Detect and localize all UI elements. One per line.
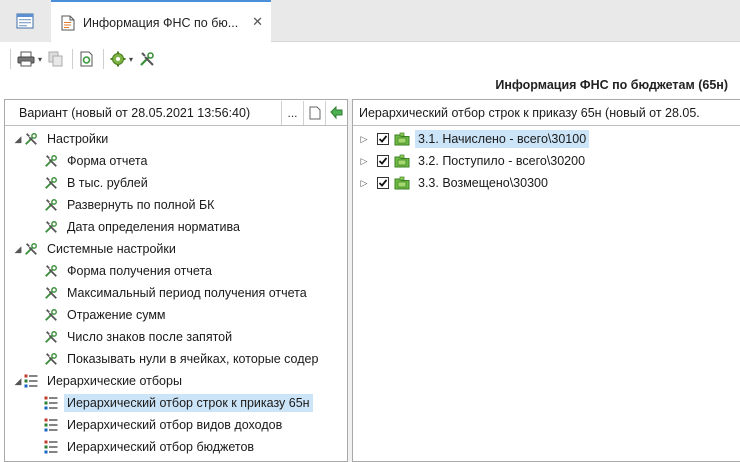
- tree-item-label: Иерархический отбор видов доходов: [67, 418, 283, 432]
- hierarchy-icon: [43, 417, 59, 433]
- tree-item[interactable]: Максимальный период получения отчета: [43, 282, 310, 304]
- hierarchy-header: Иерархический отбор строк к приказу 65н …: [353, 100, 740, 126]
- expand-arrow-icon[interactable]: ▷: [359, 134, 369, 145]
- print-button[interactable]: ▾: [17, 47, 42, 71]
- hierarchy-row[interactable]: ▷ 3.1. Начислено - всего\30100: [359, 128, 590, 150]
- refresh-button[interactable]: [79, 47, 95, 71]
- green-folder-icon: [394, 131, 410, 147]
- tree-item[interactable]: Иерархический отбор бюджетов: [43, 436, 257, 458]
- tools-icon: [43, 263, 59, 279]
- tree-group-label: Настройки: [47, 132, 109, 146]
- tree-item-label: Дата определения норматива: [67, 220, 240, 234]
- tools-icon: [43, 307, 59, 323]
- row-checkbox[interactable]: [377, 133, 389, 145]
- tools-icon: [43, 153, 59, 169]
- tree-item[interactable]: В тыс. рублей: [43, 172, 151, 194]
- row-checkbox[interactable]: [377, 177, 389, 189]
- new-variant-button[interactable]: [303, 100, 325, 125]
- collapse-arrow-icon[interactable]: ◢: [13, 244, 23, 255]
- tools-icon: [23, 131, 39, 147]
- back-arrow-icon: [329, 105, 342, 119]
- tree-item[interactable]: Развернуть по полной БК: [43, 194, 217, 216]
- copy-icon: [48, 51, 63, 67]
- tree-item[interactable]: Форма получения отчета: [43, 260, 215, 282]
- close-tab-icon[interactable]: ✕: [252, 14, 263, 30]
- collapse-arrow-icon[interactable]: ◢: [13, 376, 23, 387]
- hierarchy-icon: [23, 373, 39, 389]
- tree-item-label: Показывать нули в ячейках, которые содер: [67, 352, 319, 366]
- hierarchy-row-label: 3.2. Поступило - всего\30200: [418, 154, 586, 168]
- refresh-document-icon: [80, 51, 93, 67]
- home-tab[interactable]: [0, 0, 50, 42]
- hierarchy-icon: [43, 395, 59, 411]
- tree-group[interactable]: ◢ Иерархические отборы: [13, 370, 185, 392]
- hierarchy-row[interactable]: ▷ 3.2. Поступило - всего\30200: [359, 150, 588, 172]
- tools-icon: [43, 175, 59, 191]
- tree-item-label: Отражение сумм: [67, 308, 166, 322]
- tree-item[interactable]: Число знаков после запятой: [43, 326, 235, 348]
- tools-icon: [43, 285, 59, 301]
- copy-button[interactable]: [48, 47, 64, 71]
- tree-item-label: Иерархический отбор бюджетов: [67, 440, 255, 454]
- tree-item[interactable]: Дата определения норматива: [43, 216, 243, 238]
- hierarchy-icon: [43, 439, 59, 455]
- tree-group-label: Системные настройки: [47, 242, 176, 256]
- tab-report[interactable]: Информация ФНС по бю... ✕: [51, 0, 271, 43]
- gear-icon: [110, 51, 126, 67]
- green-folder-icon: [394, 175, 410, 191]
- tree-item-label: Форма получения отчета: [67, 264, 212, 278]
- hierarchy-row-label: 3.1. Начислено - всего\30100: [415, 130, 590, 148]
- collapse-arrow-icon[interactable]: ◢: [13, 134, 23, 145]
- tree-item-label: Иерархический отбор строк к приказу 65н: [64, 394, 313, 412]
- green-folder-icon: [394, 153, 410, 169]
- blank-document-icon: [309, 106, 320, 119]
- chevron-down-icon[interactable]: ▾: [38, 55, 42, 64]
- tree-item[interactable]: Иерархический отбор видов доходов: [43, 414, 285, 436]
- chevron-down-icon[interactable]: ▾: [129, 55, 133, 64]
- tools-icon: [23, 241, 39, 257]
- tab-title: Информация ФНС по бю...: [83, 15, 239, 30]
- tree-item[interactable]: Форма отчета: [43, 150, 150, 172]
- expand-arrow-icon[interactable]: ▷: [359, 178, 369, 189]
- tree-item[interactable]: Отражение сумм: [43, 304, 169, 326]
- tools-icon: [43, 329, 59, 345]
- settings-button[interactable]: ▾: [110, 47, 133, 71]
- variant-bar: Вариант (новый от 28.05.2021 13:56:40) .…: [5, 100, 347, 126]
- printer-icon: [17, 51, 35, 67]
- hierarchy-row[interactable]: ▷ 3.3. Возмещено\30300: [359, 172, 551, 194]
- toolbar: ▾ ▾: [0, 43, 740, 75]
- window-icon: [16, 13, 34, 29]
- apply-variant-button[interactable]: [325, 100, 347, 125]
- tree-item-label: Развернуть по полной БК: [67, 198, 215, 212]
- tree-item[interactable]: Показывать нули в ячейках, которые содер: [43, 348, 321, 370]
- tools-icon: [43, 351, 59, 367]
- tab-bar: Информация ФНС по бю... ✕: [0, 0, 740, 43]
- tree-item[interactable]: Иерархический отбор строк к приказу 65н: [43, 392, 313, 414]
- tree-group-label: Иерархические отборы: [47, 374, 182, 388]
- tree-group[interactable]: ◢ Системные настройки: [13, 238, 179, 260]
- row-checkbox[interactable]: [377, 155, 389, 167]
- report-title: Информация ФНС по бюджетам (65н): [495, 78, 728, 92]
- expand-arrow-icon[interactable]: ▷: [359, 156, 369, 167]
- tools-button[interactable]: [139, 47, 155, 71]
- hierarchy-row-label: 3.3. Возмещено\30300: [418, 176, 548, 190]
- tree-item-label: Число знаков после запятой: [67, 330, 233, 344]
- toolbar-separator: [103, 49, 105, 69]
- tools-icon: [43, 219, 59, 235]
- hierarchy-panel: Иерархический отбор строк к приказу 65н …: [352, 99, 740, 462]
- tree-item-label: Форма отчета: [67, 154, 148, 168]
- tools-icon: [140, 52, 154, 66]
- variant-more-button[interactable]: ...: [281, 100, 303, 125]
- settings-panel: Вариант (новый от 28.05.2021 13:56:40) .…: [4, 99, 348, 462]
- tree-item-label: В тыс. рублей: [67, 176, 148, 190]
- tree-group[interactable]: ◢ Настройки: [13, 128, 111, 150]
- document-icon: [61, 15, 75, 30]
- tree-item-label: Максимальный период получения отчета: [67, 286, 307, 300]
- toolbar-separator: [72, 49, 74, 69]
- toolbar-grip: [10, 49, 11, 69]
- variant-field[interactable]: Вариант (новый от 28.05.2021 13:56:40): [5, 106, 281, 120]
- tools-icon: [43, 197, 59, 213]
